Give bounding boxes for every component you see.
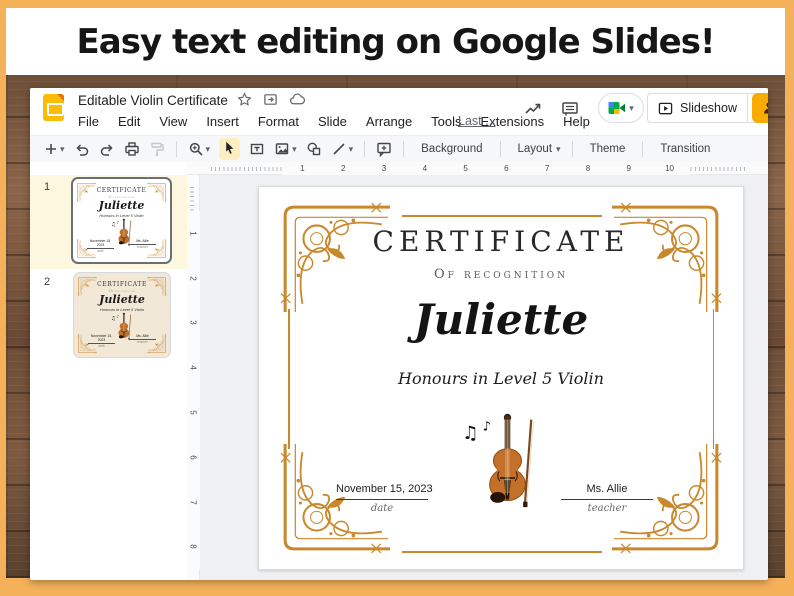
menu-view[interactable]: View	[159, 114, 187, 129]
menu-tools[interactable]: Tools	[431, 114, 461, 129]
move-folder-icon[interactable]	[263, 92, 278, 107]
meet-camera-icon	[608, 101, 626, 115]
menu-file[interactable]: File	[78, 114, 99, 129]
certificate-page[interactable]: CERTIFICATE Of recognition Juliette Hono…	[258, 186, 744, 570]
google-slides-logo-icon[interactable]	[43, 94, 64, 121]
teacher-signature-block[interactable]: Ms. Allie teacher	[547, 483, 667, 514]
horizontal-ruler[interactable]: 123 456 789 10	[187, 162, 768, 175]
teacher-value[interactable]: Ms. Allie	[561, 483, 653, 500]
print-button[interactable]	[124, 141, 140, 157]
slideshow-label: Slideshow	[680, 101, 737, 115]
vertical-ruler[interactable]: 12 34 56 78	[187, 175, 200, 580]
date-value[interactable]: November 15, 2023	[336, 483, 428, 500]
gold-divider-top	[402, 215, 602, 217]
menu-bar: File Edit View Insert Format Slide Arran…	[78, 114, 590, 129]
paint-format-button[interactable]	[149, 141, 165, 157]
promo-banner: Easy text editing on Google Slides!	[6, 8, 785, 75]
document-title[interactable]: Editable Violin Certificate	[78, 93, 228, 108]
redo-button[interactable]	[99, 141, 115, 157]
menu-format[interactable]: Format	[258, 114, 299, 129]
zoom-tool-button[interactable]: ▾	[188, 141, 211, 157]
app-header: Editable Violin Certificate File Edit Vi…	[30, 88, 768, 135]
slide1-thumbnail[interactable]: CERTIFICATE Of recognition Juliette Hono…	[71, 177, 172, 264]
slideshow-play-icon	[658, 101, 673, 116]
app-window: Editable Violin Certificate File Edit Vi…	[30, 88, 768, 580]
menu-slide[interactable]: Slide	[318, 114, 347, 129]
theme-button[interactable]: Theme	[584, 143, 632, 155]
select-tool-button[interactable]	[219, 138, 240, 160]
teacher-label: teacher	[547, 503, 667, 514]
slide1-number: 1	[44, 181, 50, 193]
violin-image[interactable]	[453, 411, 549, 519]
slideshow-button[interactable]: Slideshow ▾	[647, 93, 768, 123]
cloud-status-icon[interactable]	[289, 92, 305, 107]
date-label: date	[322, 503, 442, 514]
menu-arrange[interactable]: Arrange	[366, 114, 412, 129]
date-signature-block[interactable]: November 15, 2023 date	[322, 483, 442, 514]
comment-history-icon[interactable]	[557, 96, 583, 122]
slide2-number: 2	[44, 276, 50, 288]
menu-edit[interactable]: Edit	[118, 114, 140, 129]
background-button[interactable]: Background	[415, 143, 488, 155]
insert-image-button[interactable]: ▾	[274, 141, 297, 157]
certificate-recipient-name[interactable]: Juliette	[259, 295, 743, 344]
layout-button[interactable]: Layout ▾	[512, 143, 561, 155]
meet-dropdown-caret: ▾	[629, 104, 634, 113]
menu-insert[interactable]: Insert	[206, 114, 239, 129]
new-slide-button[interactable]: ▾	[44, 142, 65, 156]
star-icon[interactable]	[237, 92, 252, 107]
banner-text: Easy text editing on Google Slides!	[77, 22, 715, 62]
meet-button[interactable]: ▾	[598, 93, 644, 123]
certificate-honors-line[interactable]: Honours in Level 5 Violin	[259, 369, 743, 388]
last-edit-link[interactable]: Last ...	[458, 114, 496, 128]
certificate-subtitle[interactable]: Of recognition	[259, 267, 743, 282]
certificate-title[interactable]: CERTIFICATE	[259, 225, 743, 258]
gold-divider-bottom	[402, 551, 602, 553]
textbox-tool-button[interactable]	[249, 141, 265, 157]
insert-shape-button[interactable]	[306, 141, 322, 157]
slide-filmstrip: 1 CERTIFICATE Of recognition Juliette Ho…	[30, 175, 187, 580]
slide2-thumbnail[interactable]: CERTIFICATE Of recognition Juliette Hono…	[73, 272, 171, 358]
insert-comment-button[interactable]	[376, 141, 392, 157]
activity-stats-icon[interactable]	[520, 96, 546, 122]
transition-button[interactable]: Transition	[654, 143, 716, 155]
vertical-ruler-numbers: 12 34 56 78	[187, 211, 200, 569]
undo-button[interactable]	[74, 141, 90, 157]
share-person-icon	[761, 100, 768, 116]
share-button[interactable]	[752, 93, 768, 123]
insert-line-button[interactable]: ▾	[331, 141, 354, 157]
horizontal-ruler-numbers: 123 456 789 10	[282, 162, 690, 175]
edit-toolbar: ▾ ▾ ▾ ▾	[30, 135, 768, 162]
